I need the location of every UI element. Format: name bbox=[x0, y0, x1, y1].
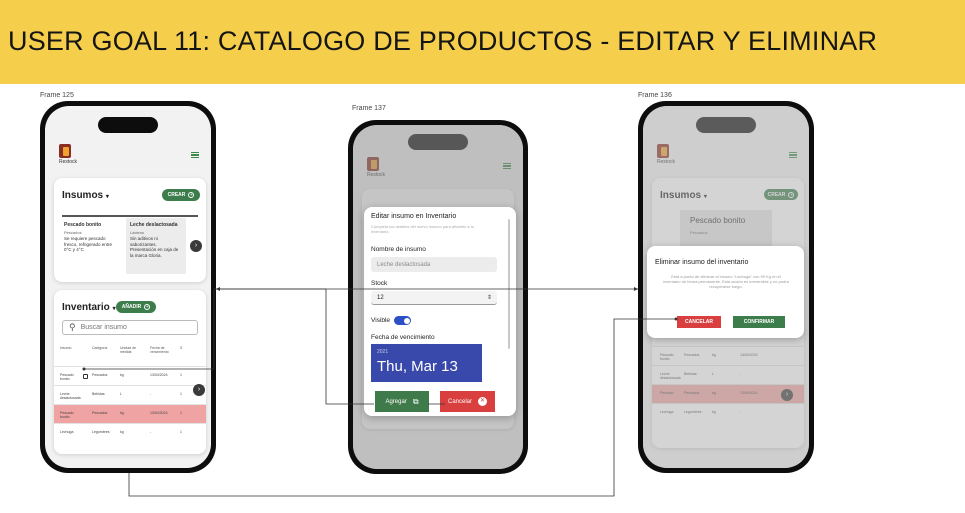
connector-edit bbox=[84, 288, 374, 405]
connector-dot bbox=[674, 317, 678, 321]
flow-connectors bbox=[82, 287, 678, 497]
connector-dot bbox=[82, 367, 86, 371]
arrowhead-left bbox=[216, 287, 220, 291]
arrowhead-right bbox=[634, 287, 638, 291]
connector-delete bbox=[128, 318, 676, 497]
